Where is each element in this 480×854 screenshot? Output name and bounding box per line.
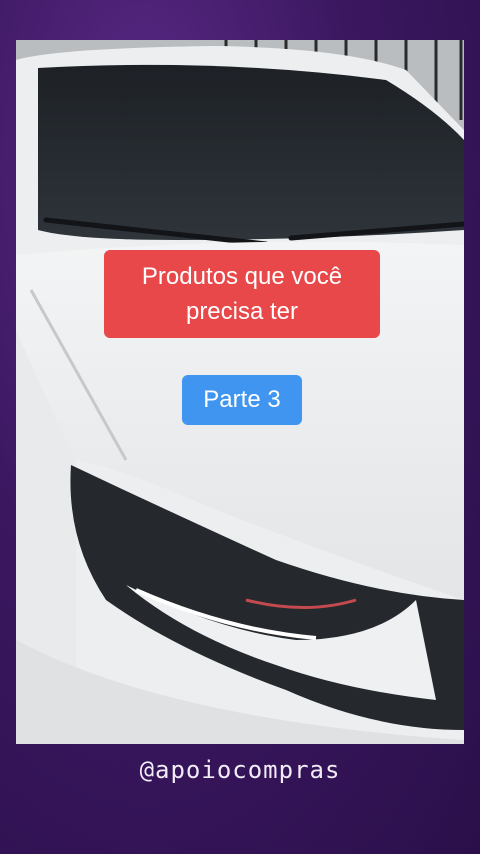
part-badge: Parte 3 bbox=[182, 375, 302, 425]
title-line-2: precisa ter bbox=[185, 298, 299, 325]
title-line-1: Produtos que você bbox=[141, 263, 343, 290]
title-caption: Produtos que você precisa ter bbox=[104, 250, 380, 338]
author-handle: @apoiocompras bbox=[139, 756, 341, 784]
video-frame[interactable]: Produtos que você precisa ter Parte 3 bbox=[16, 40, 464, 744]
